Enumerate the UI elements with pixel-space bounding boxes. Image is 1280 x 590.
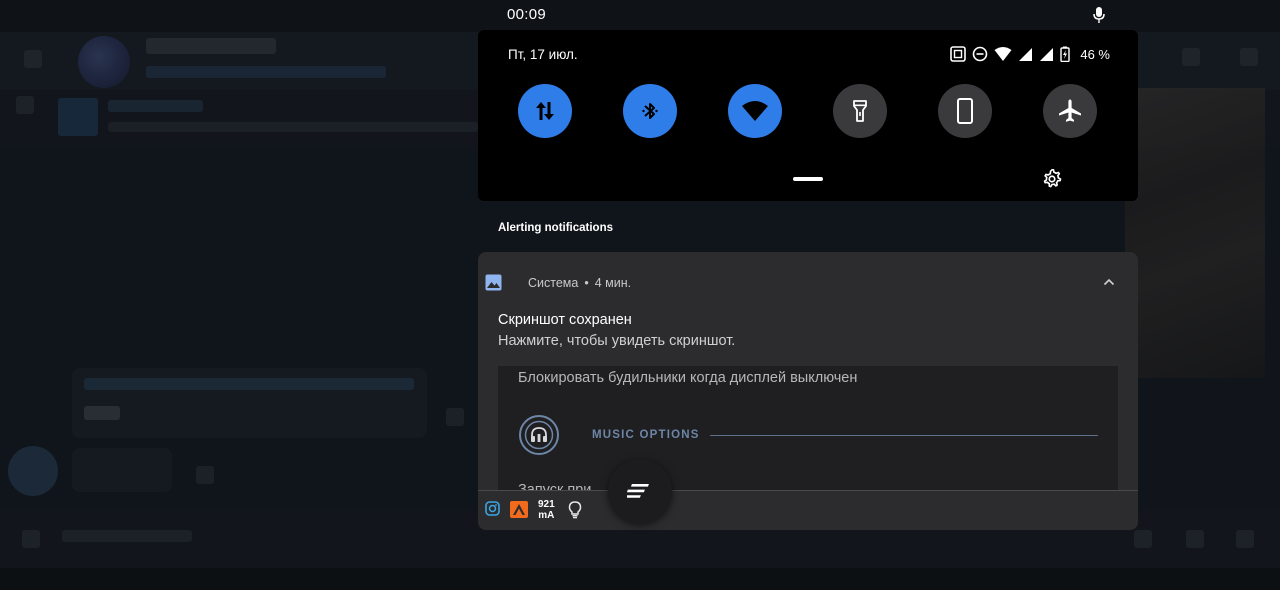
current-value: 921 [538, 499, 555, 510]
image-app-icon [485, 274, 502, 291]
notification-time: 4 мин. [594, 276, 632, 290]
flashlight-icon [853, 100, 867, 122]
section-label: Alerting notifications [498, 222, 613, 234]
preview-section-title: MUSIC OPTIONS [592, 429, 700, 441]
tile-wifi[interactable] [728, 84, 782, 138]
settings-gear-icon[interactable] [1041, 168, 1063, 190]
notification-text: Нажмите, чтобы увидеть скриншот. [498, 333, 736, 349]
cell-signal-icon [1019, 47, 1033, 61]
data-arrows-icon [536, 102, 554, 120]
notification-title: Скриншот сохранен [498, 312, 632, 328]
nfc-icon [950, 46, 967, 62]
qs-date[interactable]: Пт, 17 июл. [508, 47, 578, 62]
chevron-up-icon[interactable] [1102, 276, 1116, 288]
battery-charging-icon [1060, 46, 1071, 62]
wifi-icon [742, 101, 768, 121]
wifi-signal-icon [994, 47, 1012, 61]
header-separator: • [584, 276, 589, 290]
notification-icon-row: 921 mA [478, 491, 1138, 530]
notification-card[interactable]: Система • 4 мин. Скриншот сохранен Нажмите… [478, 252, 1138, 530]
manage-notifications-button[interactable] [608, 459, 672, 523]
tile-airplane-mode[interactable] [1043, 84, 1097, 138]
tile-bluetooth[interactable] [623, 84, 677, 138]
tile-auto-rotate[interactable] [938, 84, 992, 138]
status-clock: 00:09 [507, 6, 547, 23]
headphones-icon [519, 415, 559, 455]
preview-line: Блокировать будильники когда дисплей вык… [518, 370, 858, 386]
do-not-disturb-icon [973, 46, 988, 62]
current-readout: 921 mA [538, 499, 555, 521]
tile-flashlight[interactable] [833, 84, 887, 138]
battery-percent: 46 % [1080, 46, 1110, 62]
current-unit: mA [538, 510, 555, 521]
screenshot-preview[interactable]: Блокировать будильники когда дисплей вык… [498, 366, 1118, 491]
airplane-icon [1059, 99, 1081, 122]
tile-mobile-data[interactable] [518, 84, 572, 138]
notification-app-name: Система [528, 276, 579, 290]
preview-divider [710, 435, 1098, 436]
cell-signal-2-icon [1040, 47, 1054, 61]
lightbulb-icon [568, 501, 582, 519]
instagram-icon [485, 501, 500, 516]
bluetooth-icon [642, 103, 658, 119]
qs-expand-handle[interactable] [793, 177, 823, 181]
quick-settings-tiles [518, 84, 1098, 140]
notification-header: Система • 4 мин. [528, 276, 631, 290]
microphone-icon [1093, 7, 1105, 23]
clear-all-icon [627, 484, 649, 498]
quick-settings-panel: Пт, 17 июл. 46 % [478, 30, 1138, 201]
aliexpress-icon [510, 501, 528, 518]
phone-icon [957, 98, 973, 124]
qs-status-icons: 46 % [950, 44, 1110, 64]
